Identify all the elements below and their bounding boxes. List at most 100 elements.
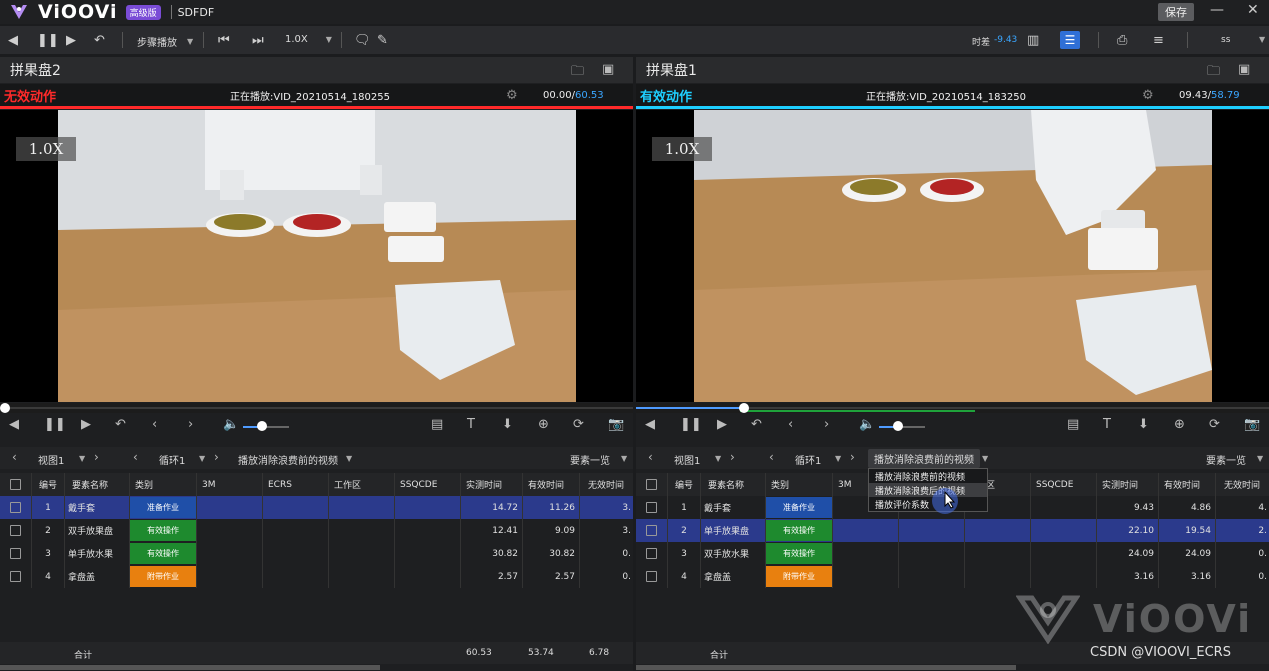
table-row[interactable]: 4 拿盘盖 附带作业 2.57 2.57 0. — [0, 565, 633, 588]
video-frame[interactable]: 1.0X — [0, 110, 633, 402]
chevron-down-icon[interactable]: ▼ — [835, 454, 841, 463]
gear-icon[interactable]: ⚙ — [506, 88, 518, 103]
row-checkbox[interactable] — [646, 548, 657, 559]
chevron-left-icon[interactable]: ‹ — [133, 450, 138, 464]
chevron-right-icon[interactable]: › — [188, 417, 193, 432]
chevron-left-icon[interactable]: ‹ — [12, 450, 17, 464]
gear-icon[interactable]: ⚙ — [1142, 88, 1154, 103]
volume-icon[interactable]: 🔈 — [223, 417, 239, 432]
chevron-down-icon[interactable]: ▼ — [79, 454, 85, 463]
add-icon[interactable]: ⊕ — [538, 417, 549, 432]
refresh-icon[interactable]: ⟳ — [573, 417, 584, 432]
row-checkbox-cell[interactable] — [0, 496, 32, 519]
video-frame[interactable]: 1.0X — [636, 110, 1269, 402]
chevron-right-icon[interactable]: › — [730, 450, 735, 464]
chevron-right-icon[interactable]: › — [214, 450, 219, 464]
play-mode-select[interactable]: 播放消除浪费前的视频 — [238, 452, 338, 467]
chevron-down-icon[interactable]: ▼ — [715, 454, 721, 463]
pen-icon[interactable]: ✎ — [377, 26, 388, 54]
chevron-left-icon[interactable]: ‹ — [152, 417, 157, 432]
folder-icon[interactable]: 🗀 — [1207, 62, 1220, 84]
play-icon[interactable]: ▶ — [66, 26, 76, 54]
menu-item-play-before[interactable]: 播放消除浪费前的视频 — [869, 469, 987, 483]
add-icon[interactable]: ⊕ — [1174, 417, 1185, 432]
chevron-right-icon[interactable]: › — [824, 417, 829, 432]
menu-item-play-after[interactable]: 播放消除浪费后的视频 — [869, 483, 987, 497]
table-row[interactable]: 3 单手放水果 有效操作 30.82 30.82 0. — [0, 542, 633, 565]
close-button[interactable]: ✕ — [1247, 2, 1259, 18]
camera-icon[interactable]: 📷 — [1244, 417, 1260, 432]
speed-dropdown[interactable]: 1.0X ▼ — [285, 34, 332, 45]
horizontal-scrollbar[interactable] — [0, 665, 380, 670]
select-all-cell[interactable] — [636, 473, 668, 496]
chevron-down-icon[interactable]: ▼ — [1257, 454, 1263, 463]
chevron-right-icon[interactable]: › — [94, 450, 99, 464]
play-icon[interactable]: ▶ — [81, 417, 91, 432]
row-checkbox[interactable] — [10, 571, 21, 582]
play-icon[interactable]: ▶ — [717, 417, 727, 432]
undo-icon[interactable]: ↶ — [94, 26, 105, 54]
horizontal-scrollbar[interactable] — [636, 665, 1016, 670]
elements-overview-select[interactable]: 要素一览 — [1206, 452, 1246, 467]
chevron-down-icon[interactable]: ▼ — [621, 454, 627, 463]
elements-overview-select[interactable]: 要素一览 — [570, 452, 610, 467]
split-view-icon[interactable]: ▥ — [1027, 26, 1039, 54]
video-progress-bar[interactable] — [0, 403, 633, 413]
row-checkbox[interactable] — [10, 502, 21, 513]
pause-icon[interactable]: ❚❚ — [44, 417, 66, 432]
video-import-icon[interactable]: ▣ — [602, 62, 614, 77]
view-select[interactable]: 视图1 — [38, 452, 64, 467]
table-row[interactable]: 2 双手放果盘 有效操作 12.41 9.09 3. — [0, 519, 633, 542]
user-label[interactable]: ss — [1221, 35, 1230, 45]
minimize-button[interactable]: — — [1210, 2, 1224, 18]
row-checkbox-cell[interactable] — [636, 519, 668, 542]
undo-icon[interactable]: ↶ — [115, 417, 126, 432]
select-all-checkbox[interactable] — [10, 479, 21, 490]
chevron-left-icon[interactable]: ‹ — [648, 450, 653, 464]
step-back-icon[interactable]: ◀ — [9, 417, 19, 432]
table-row[interactable]: 2 单手放果盘 有效操作 22.10 19.54 2. — [636, 519, 1269, 542]
comment-icon[interactable]: 🗨 — [354, 26, 371, 54]
table-row[interactable]: 1 戴手套 准备作业 14.72 11.26 3. — [0, 496, 633, 519]
volume-handle[interactable] — [893, 421, 904, 431]
chevron-down-icon[interactable]: ▼ — [199, 454, 205, 463]
step-play-dropdown[interactable]: 步骤播放 ▼ — [137, 34, 193, 49]
chevron-right-icon[interactable]: › — [850, 450, 855, 464]
select-all-cell[interactable] — [0, 473, 32, 496]
progress-handle[interactable] — [0, 403, 10, 413]
text-icon[interactable]: T — [467, 417, 475, 432]
row-checkbox-cell[interactable] — [636, 496, 668, 519]
skip-start-icon[interactable]: ⏮ — [218, 26, 230, 54]
menu-icon[interactable]: ≡ — [1153, 26, 1164, 54]
table-row[interactable]: 3 双手放水果 有效操作 24.09 24.09 0. — [636, 542, 1269, 565]
volume-icon[interactable]: 🔈 — [859, 417, 875, 432]
document-icon[interactable]: ▤ — [431, 417, 443, 432]
view-select[interactable]: 视图1 — [674, 452, 700, 467]
step-back-icon[interactable]: ◀ — [8, 26, 18, 54]
camera-icon[interactable]: 📷 — [608, 417, 624, 432]
refresh-icon[interactable]: ⟳ — [1209, 417, 1220, 432]
chevron-left-icon[interactable]: ‹ — [788, 417, 793, 432]
pause-icon[interactable]: ❚❚ — [37, 26, 59, 54]
row-checkbox[interactable] — [10, 525, 21, 536]
pause-icon[interactable]: ❚❚ — [680, 417, 702, 432]
download-icon[interactable]: ⬇ — [502, 417, 513, 432]
row-checkbox-cell[interactable] — [636, 542, 668, 565]
cycle-select[interactable]: 循环1 — [159, 452, 185, 467]
row-checkbox-cell[interactable] — [636, 565, 668, 588]
play-mode-select[interactable]: 播放消除浪费前的视频 — [868, 449, 980, 468]
chevron-left-icon[interactable]: ‹ — [769, 450, 774, 464]
folder-icon[interactable]: 🗀 — [571, 62, 584, 84]
row-checkbox-cell[interactable] — [0, 519, 32, 542]
table-row[interactable]: 4 拿盘盖 附带作业 3.16 3.16 0. — [636, 565, 1269, 588]
row-checkbox-cell[interactable] — [0, 542, 32, 565]
step-back-icon[interactable]: ◀ — [645, 417, 655, 432]
row-checkbox[interactable] — [646, 525, 657, 536]
menu-item-play-coefficient[interactable]: 播放评价系数 — [869, 497, 987, 511]
undo-icon[interactable]: ↶ — [751, 417, 762, 432]
row-checkbox[interactable] — [646, 571, 657, 582]
video-import-icon[interactable]: ▣ — [1238, 62, 1250, 77]
save-button[interactable]: 保存 — [1158, 3, 1194, 21]
document-icon[interactable]: ▤ — [1067, 417, 1079, 432]
skip-end-icon[interactable]: ⏭ — [252, 26, 264, 54]
